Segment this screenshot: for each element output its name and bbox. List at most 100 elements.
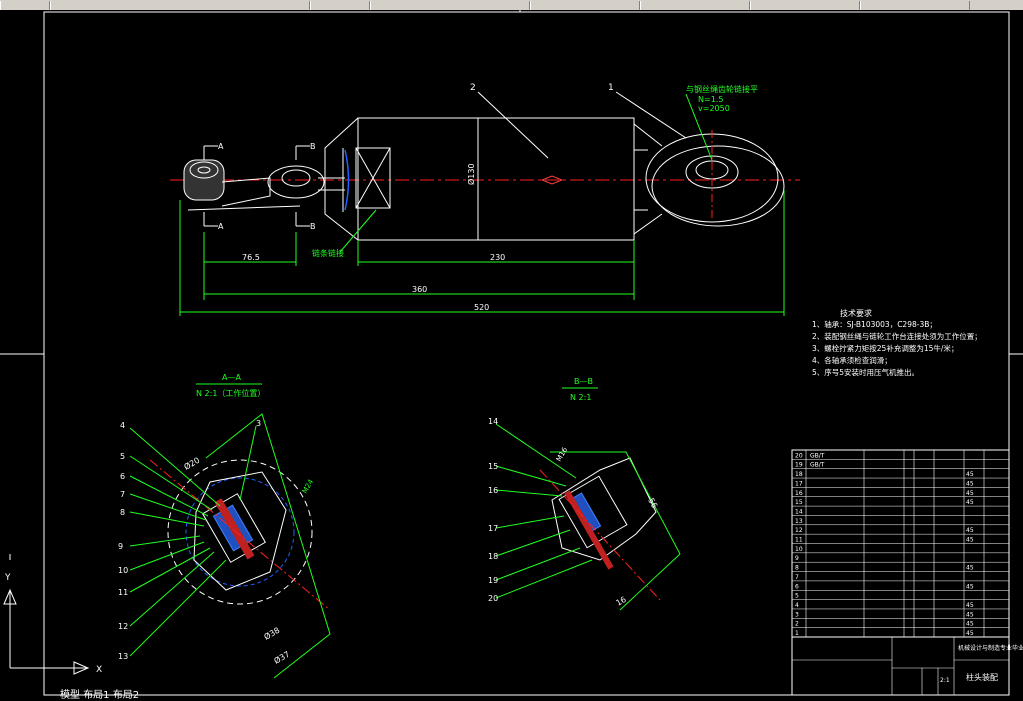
tech-line: 5、序号5安装时用压气机推出。 — [812, 367, 919, 377]
svg-text:X: X — [96, 665, 102, 675]
bom-cell: 45 — [966, 611, 974, 618]
bom-rows: 20 GB/T19 GB/T18 4517 4516 4515 45141312 4511 45… — [792, 452, 1009, 638]
toolbar-segment[interactable] — [370, 0, 530, 10]
callout: 3 — [256, 419, 261, 428]
bom-cell: 18 — [795, 471, 803, 478]
left-joint — [183, 159, 225, 201]
dim-520: 520 — [474, 303, 489, 312]
tech-title: 技术要求 — [840, 308, 872, 318]
callout: 17 — [488, 524, 498, 533]
toolbar-segment[interactable] — [310, 0, 370, 10]
bom-cell: 8 — [795, 565, 799, 572]
label-a-top: A — [218, 142, 224, 151]
bom-cell: 20 — [795, 452, 803, 459]
bom-cell: GB/T — [810, 462, 825, 469]
tech-line: 2、装配钢丝绳与链轮工作台连接处须为工作位置； — [812, 331, 982, 341]
bom-cell: 1 — [795, 630, 799, 637]
bom-cell: 15 — [795, 499, 803, 506]
toolbar-segment[interactable] — [640, 0, 750, 10]
tech-line: 3、螺栓拧紧力矩按25补充调整为15牛/米； — [812, 343, 958, 353]
cylinder-body — [357, 117, 635, 241]
bom-cell: 45 — [966, 537, 974, 544]
bom-cell: 45 — [966, 471, 974, 478]
section-bb-title: B—B — [574, 377, 593, 386]
bom-cell: 45 — [966, 621, 974, 628]
label-chain: 链条链接 — [312, 248, 344, 258]
tech-line: 1、轴承：SJ-B103003，C298-3B； — [812, 319, 937, 329]
bom-cell: 3 — [795, 611, 799, 618]
bom-cell: 19 — [795, 462, 803, 469]
pulley-back — [651, 145, 785, 227]
tech-line: 4、各轴承须检查润滑； — [812, 355, 892, 365]
arm-line — [633, 123, 663, 147]
bb-shaft — [564, 490, 614, 570]
dim-56: 56 — [646, 497, 659, 510]
toolbar-segment[interactable] — [50, 0, 310, 10]
section-bb-view: B—B N 2:1 56 16 M16 14 15 16 17 18 19 20 — [488, 377, 681, 611]
callout: 7 — [120, 490, 125, 499]
linkage-bar — [221, 177, 271, 207]
dim-16: 16 — [615, 595, 628, 608]
tech-requirements: 技术要求 1、轴承：SJ-B103003，C298-3B； 2、装配钢丝绳与链轮… — [812, 308, 982, 377]
bb-body — [551, 457, 657, 561]
bom-cell: 13 — [795, 518, 803, 525]
callout: 13 — [118, 652, 128, 661]
callout: 8 — [120, 508, 125, 517]
label-a-bot: A — [218, 222, 224, 231]
bom-cell: 5 — [795, 593, 799, 600]
svg-text:Y: Y — [4, 573, 11, 583]
callout: 6 — [120, 472, 125, 481]
dim-m16: M16 — [555, 446, 570, 463]
bom-cell: 45 — [966, 565, 974, 572]
section-aa-scale: N 2:1（工作位置） — [196, 388, 265, 398]
bom-cell: 2 — [795, 621, 799, 628]
callout: 16 — [488, 486, 498, 495]
bom-cell: 10 — [795, 546, 803, 553]
drawing-canvas[interactable]: A A B B Ø130 2 1 与钢丝绳齿轮链接平 N=1.5 v=2050 … — [0, 0, 1023, 697]
callout: 11 — [118, 588, 128, 597]
dim-m24: M24 — [301, 478, 316, 495]
bb-axis — [539, 469, 661, 601]
dim-dia-37: Ø37 — [272, 649, 291, 666]
bom-cell: 6 — [795, 583, 799, 590]
callout: 19 — [488, 576, 498, 585]
bom-cell: 17 — [795, 480, 803, 487]
toolbar-segment[interactable] — [750, 0, 860, 10]
dim-76-5: 76.5 — [242, 253, 260, 262]
callout: 5 — [120, 452, 125, 461]
bom-cell: 11 — [795, 537, 803, 544]
section-aa-view: A—A N 2:1（工作位置） Ø20 Ø38 Ø37 M24 4 5 6 7 … — [118, 373, 331, 679]
bom-cell: 12 — [795, 527, 803, 534]
dim-dia-38: Ø38 — [262, 625, 281, 642]
status-bar: 模型 布局1 布局2 — [60, 690, 140, 701]
cone-part — [324, 117, 359, 241]
callout: 15 — [488, 462, 498, 471]
leader-2 — [477, 91, 549, 159]
toolbar-segment[interactable] — [530, 0, 640, 10]
bom-cell: 45 — [966, 499, 974, 506]
ucs-icon: Y X — [3, 554, 102, 675]
dim-dia-20: Ø20 — [182, 455, 201, 472]
bom-cell: 45 — [966, 527, 974, 534]
title-block-company: 机械设计与制造专业毕业设计 — [958, 644, 1023, 652]
title-block-name: 柱头装配 — [966, 672, 998, 682]
callout-2: 2 — [470, 83, 476, 93]
callout: 4 — [120, 421, 125, 430]
bom-cell: 14 — [795, 508, 803, 515]
callout: 10 — [118, 566, 128, 575]
callout: 14 — [488, 417, 498, 426]
bom-cell: 45 — [966, 490, 974, 497]
dim-360: 360 — [412, 285, 427, 294]
toolbar-segment[interactable] — [860, 0, 970, 10]
mid-joint-bore — [281, 169, 311, 187]
section-aa-title: A—A — [222, 373, 241, 382]
callout-1: 1 — [608, 83, 614, 93]
toolbar-segment[interactable] — [0, 0, 50, 10]
dim-dia-130: Ø130 — [466, 163, 476, 185]
note-top: 与钢丝绳齿轮链接平 — [686, 84, 758, 94]
cad-drawing: A A B B Ø130 2 1 与钢丝绳齿轮链接平 N=1.5 v=2050 … — [0, 0, 1023, 696]
section-bb-scale: N 2:1 — [570, 393, 591, 402]
callout: 20 — [488, 594, 498, 603]
bom-cell: 45 — [966, 630, 974, 637]
bom-cell: 4 — [795, 602, 799, 609]
